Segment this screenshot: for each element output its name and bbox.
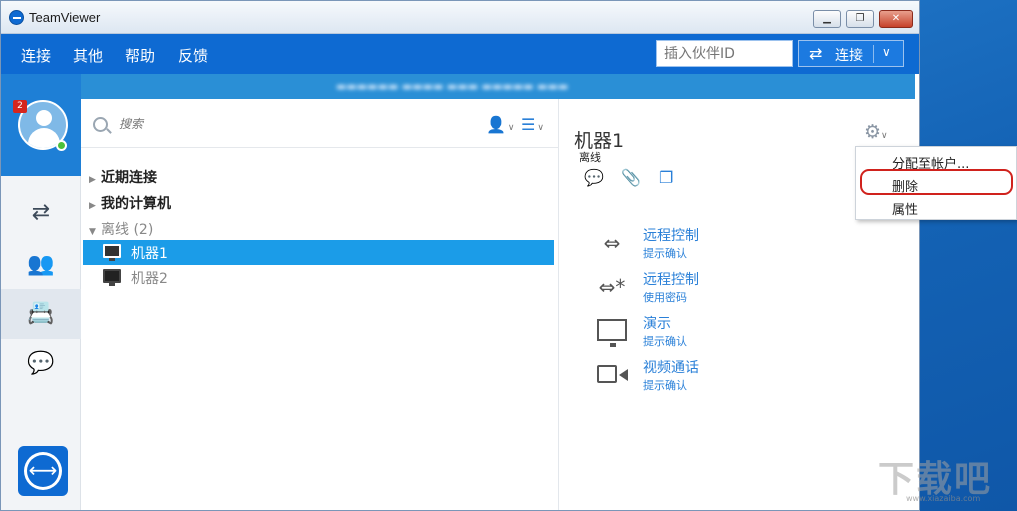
list-icon: ☰ [521, 115, 536, 134]
group-label: 离线 (2) [101, 222, 154, 238]
action-label[interactable]: 远程控制 [643, 225, 699, 245]
attachment-icon[interactable]: 📎 [621, 168, 641, 187]
chevron-down-icon: ∨ [507, 123, 515, 133]
avatar-head [36, 110, 52, 126]
action-label[interactable]: 演示 [643, 313, 671, 333]
monitor-icon [103, 244, 121, 261]
minimize-button[interactable]: ▁ [813, 10, 841, 28]
list-item[interactable]: 机器2 [83, 265, 554, 290]
menu-bar: 连接 其他 帮助 反馈 ⇄ 连接 ∨ [1, 34, 919, 74]
remote-control-password-icon: ⇔* [598, 275, 626, 299]
action-presentation[interactable]: 演示 提示确认 [595, 313, 855, 353]
chat-icon[interactable]: 💬 [584, 168, 604, 187]
presentation-icon [597, 319, 627, 347]
action-remote-control-confirm[interactable]: ⇔ 远程控制 提示确认 [595, 225, 855, 265]
menu-extras[interactable]: 其他 [73, 45, 103, 66]
watermark-url: www.xiazaiba.com [906, 494, 981, 503]
info-banner: ▬▬▬▬▬▬ ▬▬▬▬ ▬▬▬ ▬▬▬▬▬ ▬▬▬ [81, 74, 915, 99]
delete-highlight-annotation [860, 169, 1013, 195]
close-button[interactable]: ✕ [879, 10, 913, 28]
list-view-button[interactable]: ☰ ∨ [521, 115, 544, 134]
banner-text-blurred: ▬▬▬▬▬▬ ▬▬▬▬ ▬▬▬ ▬▬▬▬▬ ▬▬▬ [336, 80, 569, 93]
search-icon [93, 117, 108, 132]
partner-id-input[interactable] [656, 40, 793, 67]
chevron-down-icon[interactable]: ∨ [882, 45, 891, 59]
gear-icon[interactable]: ⚙∨ [864, 121, 888, 143]
action-sublabel[interactable]: 使用密码 [643, 289, 687, 305]
menu-help[interactable]: 帮助 [125, 45, 155, 66]
nav-chat-icon[interactable]: 💬 [1, 339, 81, 389]
group-my-computers[interactable]: ▶ 我的计算机 [89, 193, 171, 213]
action-sublabel[interactable]: 提示确认 [643, 245, 687, 261]
profile-panel[interactable]: 2 [1, 74, 81, 176]
connect-button[interactable]: ⇄ 连接 ∨ [798, 40, 904, 67]
left-navigation: 2 ⇄ 👥 📇 💬 [1, 74, 81, 510]
list-item[interactable]: 机器1 [83, 240, 554, 265]
watermark: 下载吧 www.xiazaiba.com [878, 450, 1010, 503]
video-call-icon [597, 365, 628, 383]
title-bar: TeamViewer ▁ ❐ ✕ [1, 1, 919, 34]
computer-name: 机器2 [131, 271, 168, 287]
teamviewer-ring-icon [24, 452, 62, 490]
nav-remote-control-icon[interactable]: ⇄ [1, 188, 81, 238]
computer-name: 机器1 [131, 246, 168, 262]
connect-arrows-icon: ⇄ [809, 44, 823, 63]
action-video-call[interactable]: 视频通话 提示确认 [595, 357, 855, 397]
action-sublabel[interactable]: 提示确认 [643, 377, 687, 393]
nav-meeting-icon[interactable]: 👥 [1, 240, 81, 290]
window-title: TeamViewer [29, 10, 101, 25]
add-contact-button[interactable]: 👤 ∨ [486, 115, 515, 134]
online-status-icon [56, 140, 67, 151]
action-sublabel[interactable]: 提示确认 [643, 333, 687, 349]
group-label: 近期连接 [101, 170, 157, 186]
collapse-arrow-icon: ▶ [89, 201, 96, 211]
group-recent[interactable]: ▶ 近期连接 [89, 167, 157, 187]
computers-contacts-list: 👤∨ ☰∨ ▶近期连接 ▶我的计算机 ▼离线 (2) 机器1 机器2 [81, 99, 559, 510]
group-offline[interactable]: ▼ 离线 (2) [89, 219, 153, 239]
menu-feedback[interactable]: 反馈 [178, 45, 208, 66]
chevron-down-icon: ∨ [881, 131, 888, 141]
menu-item-properties[interactable]: 属性 [892, 199, 918, 218]
teamviewer-brand-logo [18, 446, 68, 496]
monitor-icon [103, 269, 121, 286]
computer-status: 离线 [579, 151, 601, 164]
copy-icon[interactable]: ❐ [659, 168, 673, 187]
collapse-arrow-icon: ▶ [89, 175, 96, 185]
maximize-button[interactable]: ❐ [846, 10, 874, 28]
teamviewer-window: TeamViewer ▁ ❐ ✕ 连接 其他 帮助 反馈 ⇄ 连接 ∨ ▬▬▬▬… [0, 0, 920, 511]
action-label[interactable]: 远程控制 [643, 269, 699, 289]
search-input[interactable] [119, 117, 419, 131]
action-label[interactable]: 视频通话 [643, 357, 699, 377]
connect-separator [873, 45, 874, 63]
chevron-down-icon: ∨ [537, 123, 544, 133]
nav-contacts-icon[interactable]: 📇 [1, 289, 81, 339]
action-remote-control-password[interactable]: ⇔* 远程控制 使用密码 [595, 269, 855, 309]
teamviewer-logo-icon [9, 10, 24, 25]
group-label: 我的计算机 [101, 196, 171, 212]
add-person-icon: 👤 [486, 115, 506, 134]
menu-connect[interactable]: 连接 [21, 45, 51, 66]
divider [81, 147, 559, 148]
expand-arrow-icon: ▼ [89, 227, 96, 237]
remote-control-icon: ⇔ [603, 231, 621, 255]
notification-badge[interactable]: 2 [13, 100, 27, 113]
connect-button-label: 连接 [835, 48, 863, 64]
